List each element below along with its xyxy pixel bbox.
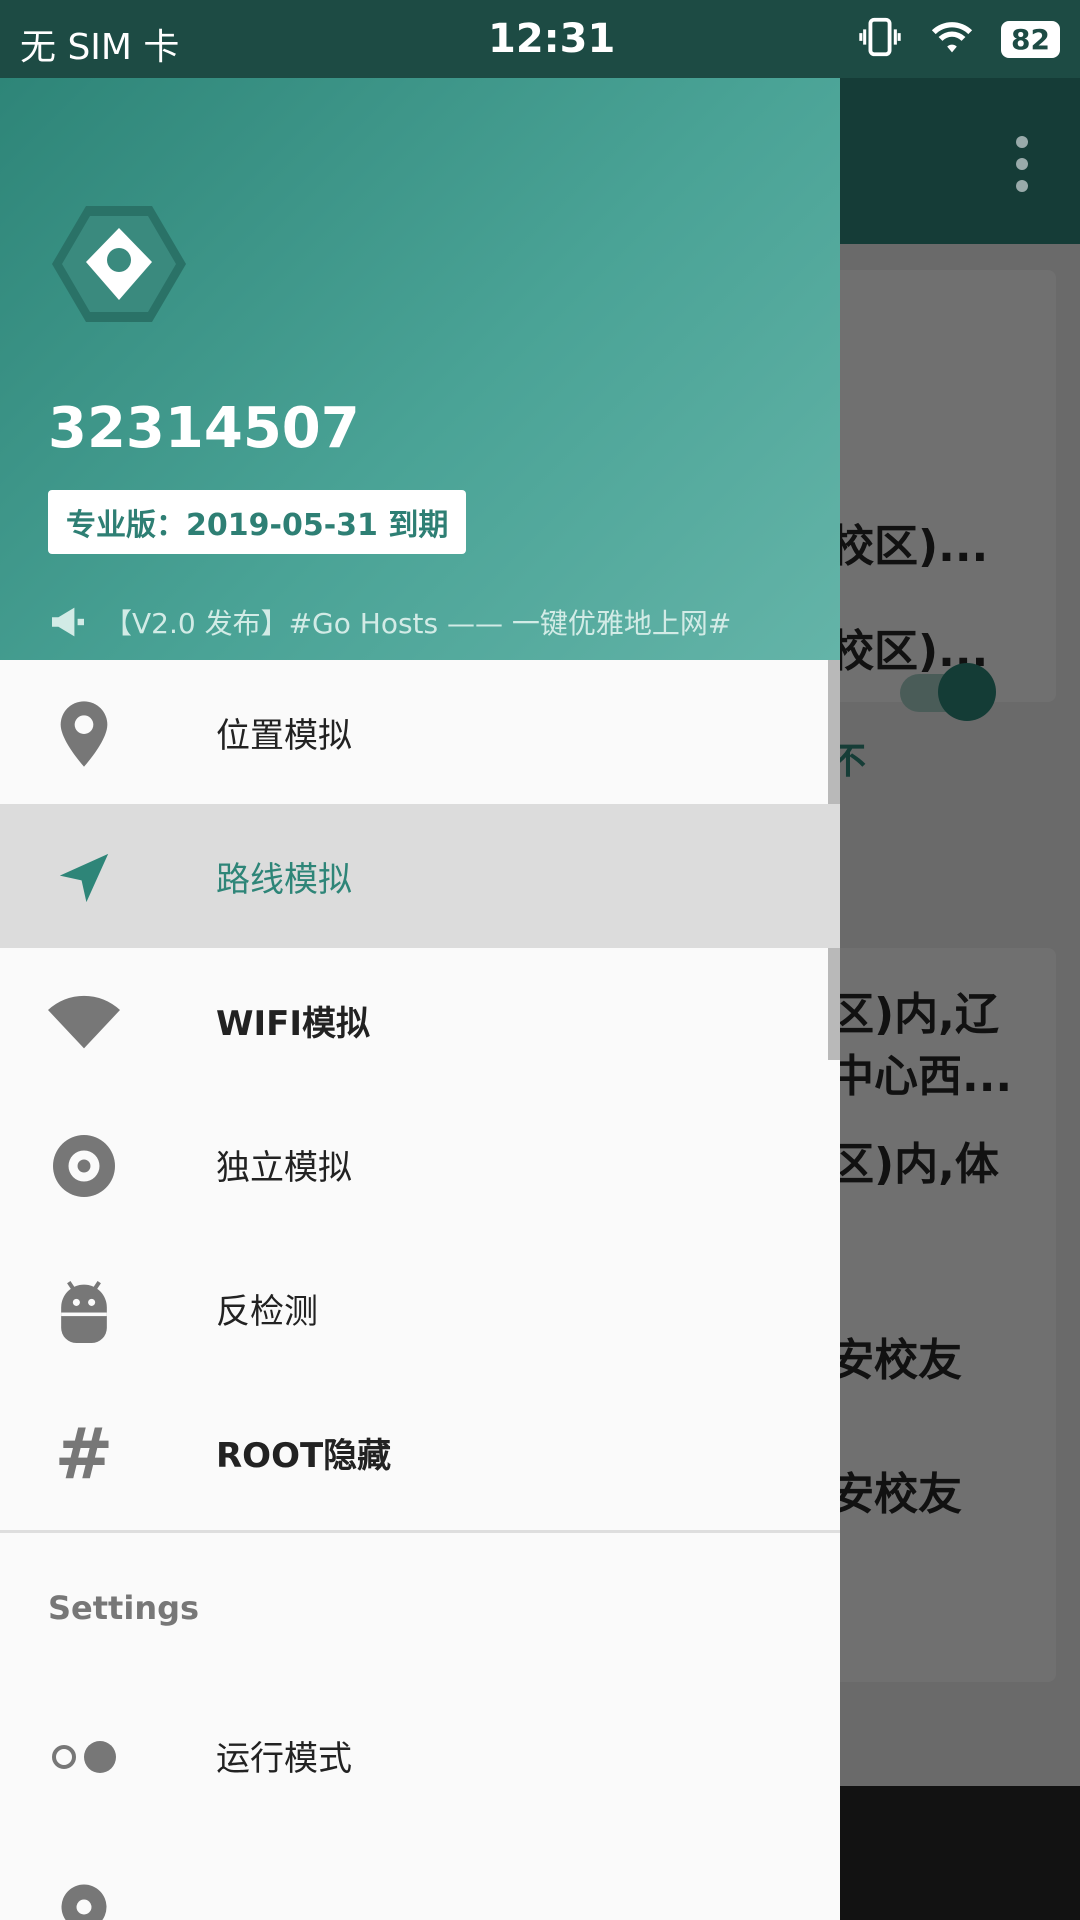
menu-item-independent-sim[interactable]: 独立模拟 [0, 1092, 840, 1236]
menu-item-route-sim[interactable]: 路线模拟 [0, 804, 840, 948]
menu-item-location-sim[interactable]: 位置模拟 [0, 660, 840, 804]
android-icon [48, 1278, 120, 1343]
location-pin-icon [48, 701, 120, 767]
app-logo-icon [52, 206, 186, 322]
carrier-text: 无 SIM 卡 [20, 27, 180, 68]
clock: 12:31 [488, 16, 616, 62]
hash-icon: # [54, 1413, 114, 1495]
menu-item-partial[interactable] [0, 1827, 840, 1920]
toggle-dots-icon [48, 1725, 120, 1789]
status-bar: 无 SIM 卡 12:31 82 [0, 0, 1080, 78]
navigation-drawer: 32314507 专业版：2019-05-31 到期 【V2.0 发布】#Go … [0, 78, 840, 1920]
megaphone-icon [52, 607, 84, 637]
vibrate-icon [857, 14, 903, 64]
wifi-icon [48, 990, 120, 1054]
announcement-banner[interactable]: 【V2.0 发布】#Go Hosts —— 一键优雅地上网# [48, 602, 731, 642]
drawer-header: 32314507 专业版：2019-05-31 到期 【V2.0 发布】#Go … [0, 78, 840, 660]
battery-icon: 82 [1001, 20, 1060, 58]
pro-expiry-badge[interactable]: 专业版：2019-05-31 到期 [48, 490, 467, 554]
wifi-icon [929, 14, 975, 64]
drawer-menu: 位置模拟 路线模拟 WIFI模拟 独立模拟 反检测 # ROOT隐藏 Setti… [0, 660, 840, 1920]
announcement-text: 【V2.0 发布】#Go Hosts —— 一键优雅地上网# [104, 607, 732, 640]
menu-item-anti-detect[interactable]: 反检测 [0, 1236, 840, 1380]
menu-item-root-hide[interactable]: # ROOT隐藏 [0, 1380, 840, 1524]
disc-icon [48, 1134, 120, 1198]
user-id: 32314507 [48, 396, 360, 461]
overflow-menu-icon[interactable] [1016, 136, 1028, 202]
navigation-arrow-icon [48, 846, 120, 910]
menu-item-run-mode[interactable]: 运行模式 [0, 1683, 840, 1827]
menu-item-wifi-sim[interactable]: WIFI模拟 [0, 948, 840, 1092]
gear-icon [48, 1875, 120, 1920]
settings-section-title: Settings [48, 1589, 200, 1627]
